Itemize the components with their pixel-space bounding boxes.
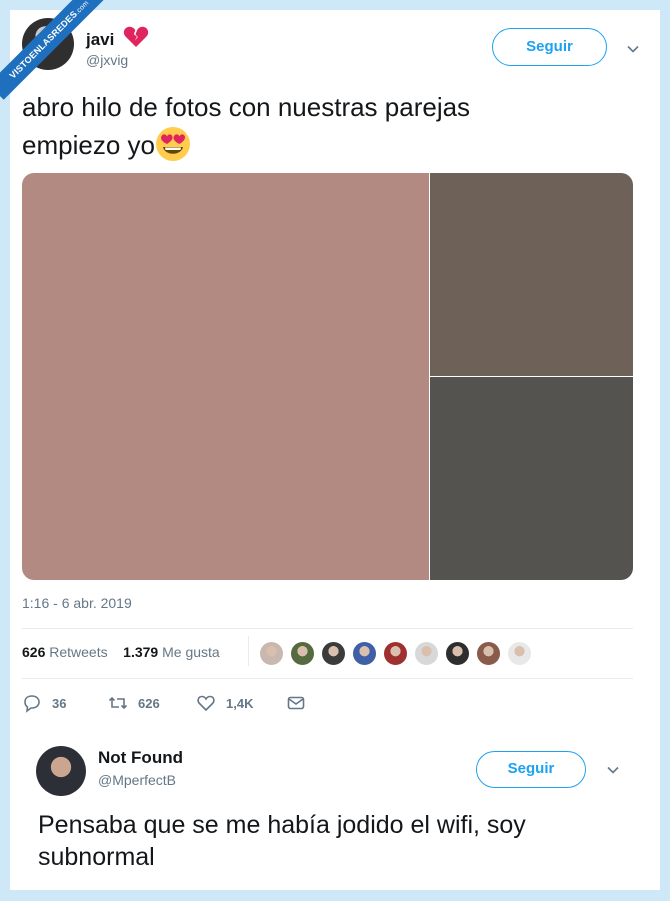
retweets-label: Retweets (49, 644, 108, 660)
divider (22, 678, 633, 679)
tweet-text-line2-row: empiezo yo (22, 126, 191, 162)
reply-icon (24, 695, 40, 713)
likes-label: Me gusta (162, 644, 220, 660)
liker-avatar[interactable] (506, 640, 533, 667)
likes-stat[interactable]: 1.379 Me gusta (123, 644, 220, 660)
author-name-row[interactable]: javi (86, 26, 149, 53)
watermark-suffix: .com (74, 0, 91, 16)
likes-count: 1.379 (123, 644, 159, 660)
reply-author-name[interactable]: Not Found (98, 748, 183, 768)
retweet-action[interactable]: 626 (108, 693, 160, 713)
tweet-text-line1: abro hilo de fotos con nuestras parejas (22, 92, 471, 122)
divider (22, 628, 633, 629)
liker-avatar[interactable] (444, 640, 471, 667)
chevron-down-icon[interactable] (605, 762, 621, 778)
liker-avatar[interactable] (320, 640, 347, 667)
heart-icon (197, 695, 215, 712)
reply-author-handle[interactable]: @MperfectB (98, 772, 176, 788)
chevron-down-icon[interactable] (625, 41, 641, 57)
follow-button[interactable]: Seguir (492, 28, 607, 66)
liker-avatar[interactable] (289, 640, 316, 667)
tweet-timestamp[interactable]: 1:16 - 6 abr. 2019 (22, 595, 132, 611)
stats-separator (248, 636, 249, 666)
liker-avatar[interactable] (413, 640, 440, 667)
photo-2[interactable] (430, 173, 633, 376)
reply-action[interactable]: 36 (22, 693, 66, 713)
liker-avatar[interactable] (258, 640, 285, 667)
broken-heart-icon (123, 26, 149, 53)
tweet-screenshot-frame: VISTOENLASREDES.com javi @jxvig Seguir a… (0, 0, 660, 890)
message-action[interactable] (286, 693, 306, 713)
heart-eyes-emoji-icon (155, 127, 190, 161)
reply-text-line2: subnormal (38, 843, 155, 871)
tweet-text-line2: empiezo yo (22, 130, 155, 160)
liker-avatar[interactable] (351, 640, 378, 667)
photo-grid (22, 173, 633, 580)
liker-avatar[interactable] (475, 640, 502, 667)
like-count: 1,4K (226, 695, 254, 711)
author-name: javi (86, 30, 115, 49)
reply-count: 36 (52, 695, 67, 711)
author-handle[interactable]: @jxvig (86, 52, 128, 68)
reply-text-line1: Pensaba que se me había jodido el wifi, … (38, 811, 526, 839)
avatar[interactable] (36, 746, 86, 796)
liker-avatar[interactable] (382, 640, 409, 667)
photo-1[interactable] (22, 173, 429, 580)
retweets-stat[interactable]: 626 Retweets (22, 644, 108, 660)
photo-3[interactable] (430, 377, 633, 580)
envelope-icon (287, 696, 305, 710)
tweet-stats: 626 Retweets 1.379 Me gusta (22, 644, 220, 660)
retweets-count: 626 (22, 644, 46, 660)
tweet-actions: 36 626 1,4K (22, 693, 633, 717)
follow-button[interactable]: Seguir (476, 751, 586, 788)
like-action[interactable]: 1,4K (196, 693, 253, 713)
retweet-icon (108, 696, 128, 710)
retweet-count: 626 (138, 695, 160, 711)
